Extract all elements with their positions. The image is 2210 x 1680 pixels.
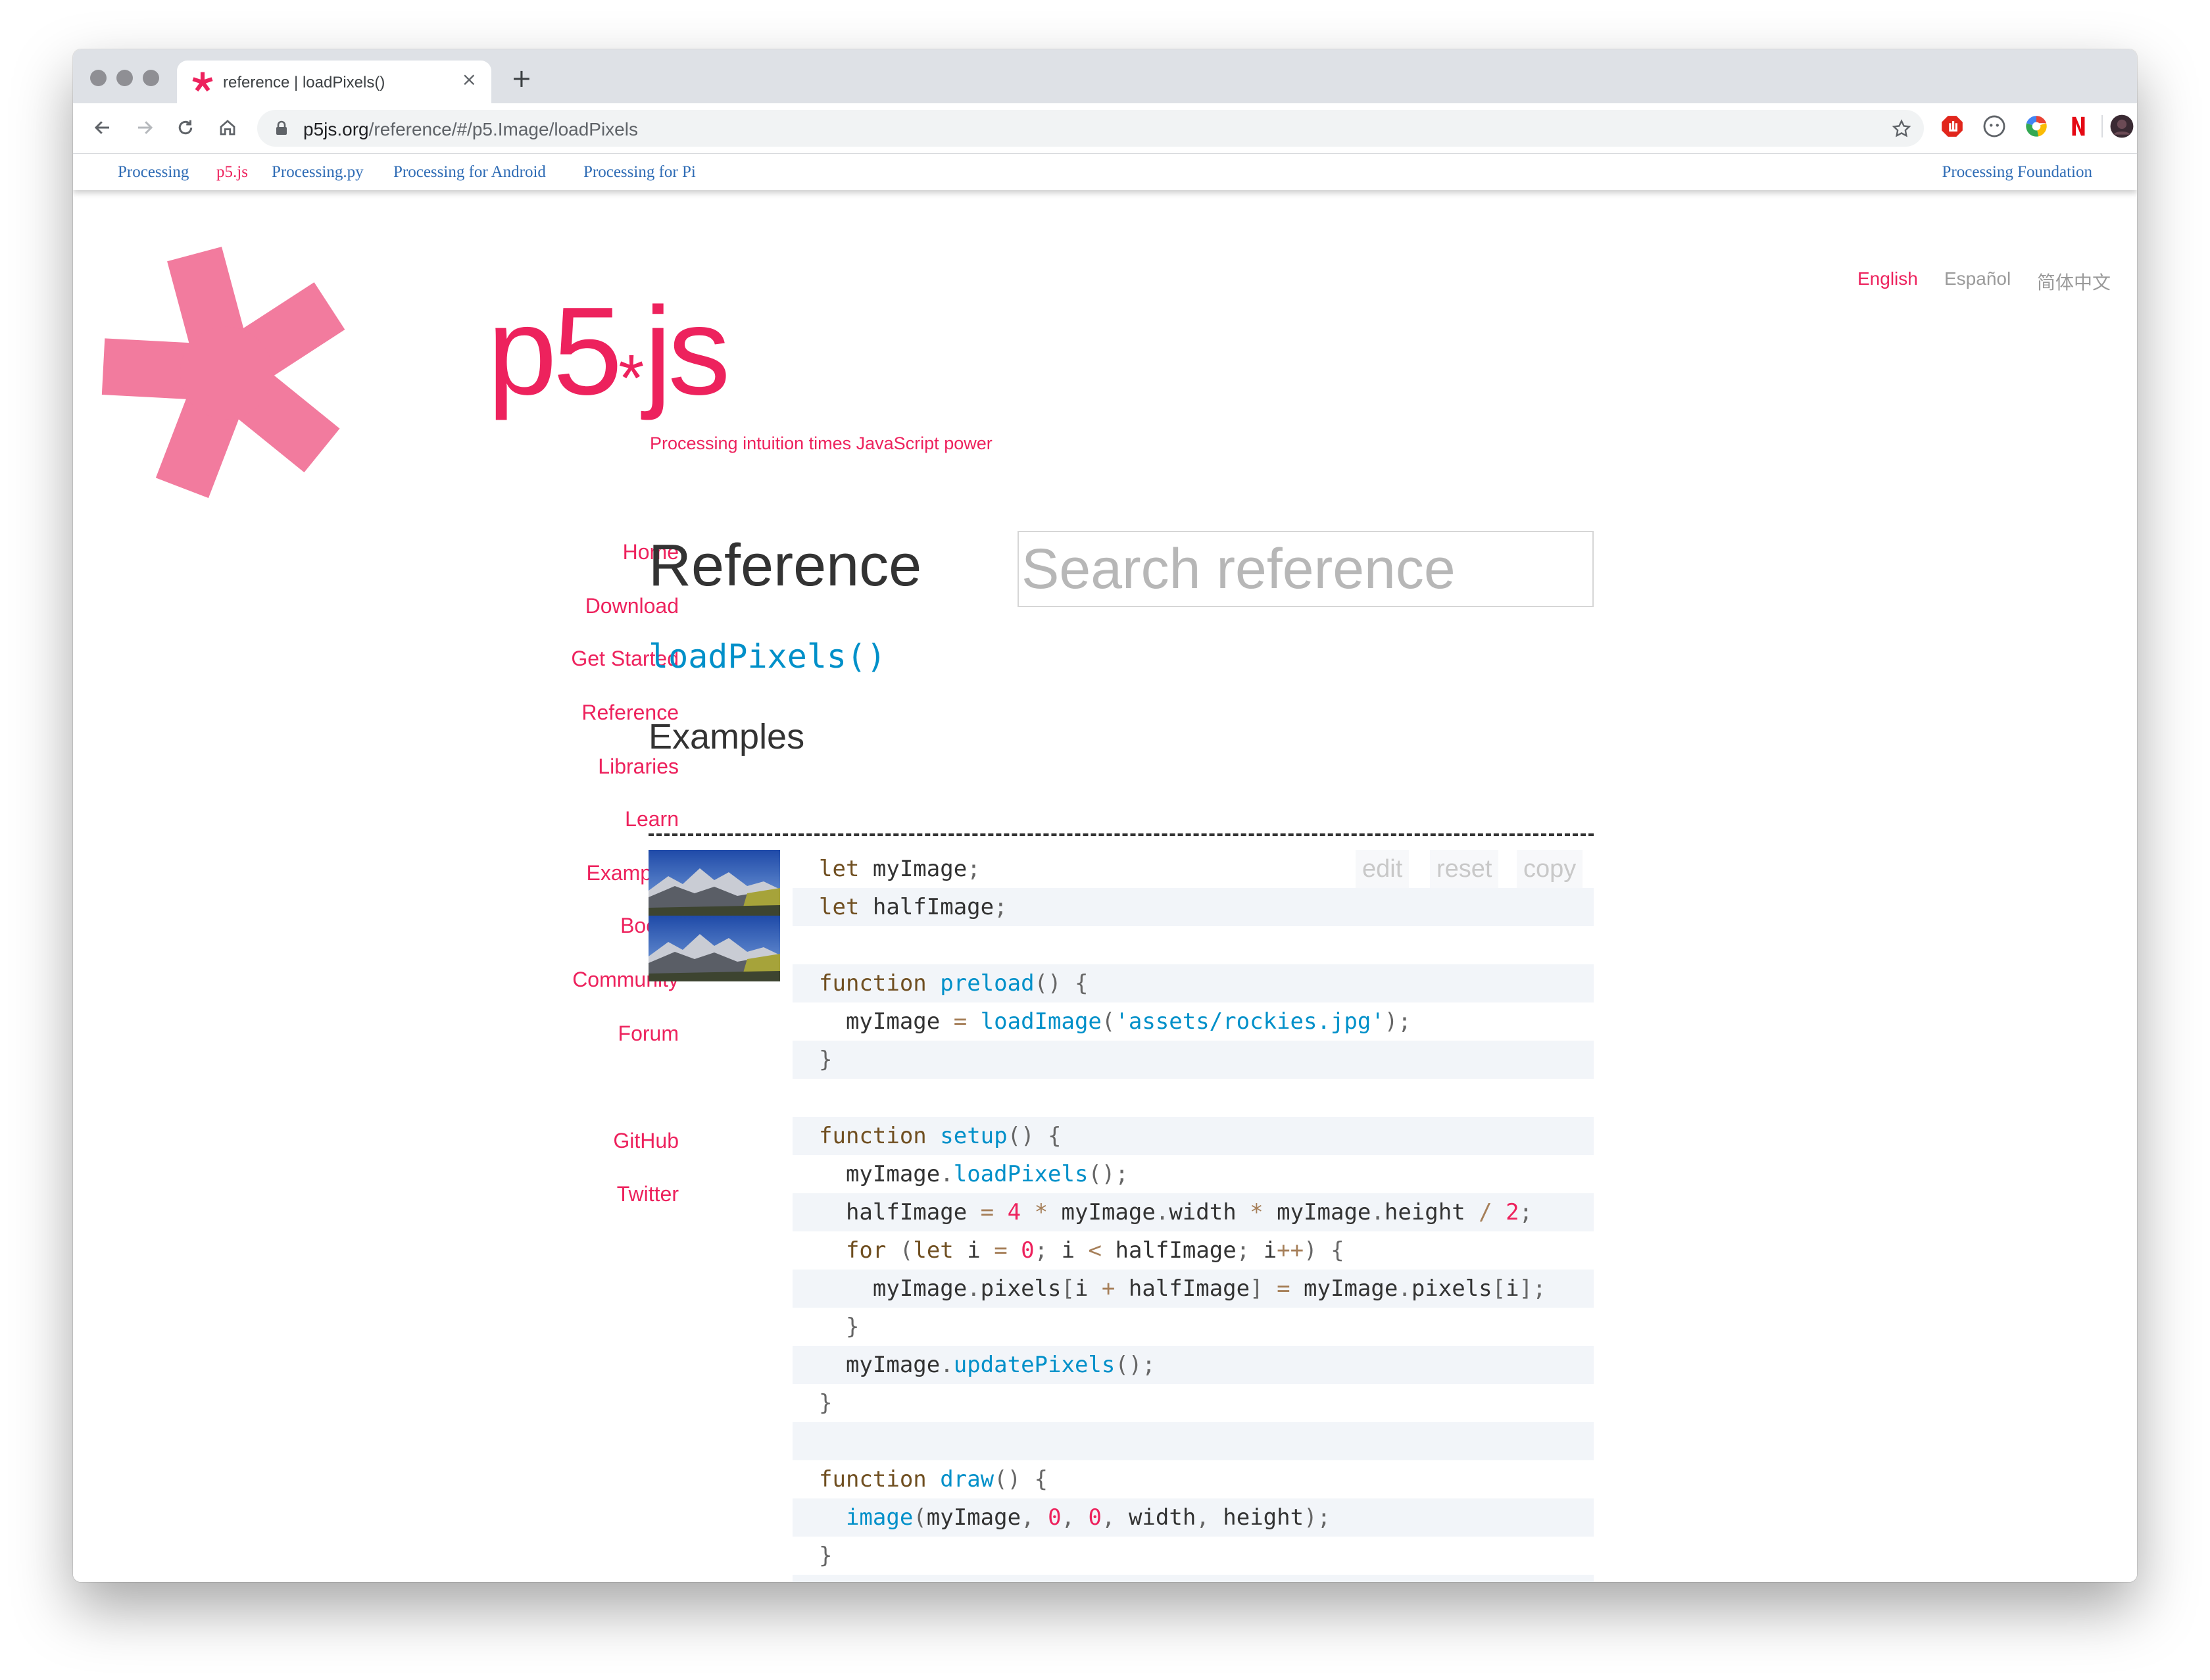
back-icon[interactable] (87, 112, 118, 143)
reload-icon[interactable] (170, 112, 201, 143)
code-example[interactable]: let myImage; let halfImage; function pre… (793, 850, 1594, 1582)
code-line: for (let i = 0; i < halfImage; i++) { (845, 1237, 1344, 1264)
code-line: myImage.pixels[i + halfImage] = myImage.… (793, 1270, 1594, 1308)
lang-chinese[interactable]: 简体中文 (2037, 268, 2111, 295)
netflix-extension-icon[interactable] (2066, 114, 2091, 139)
adblock-extension-icon[interactable] (1940, 114, 1965, 139)
maximize-window-icon[interactable] (143, 70, 159, 86)
logo-p5: p5 (487, 282, 622, 421)
examples-divider (649, 833, 1594, 836)
tab-strip: reference | loadPixels() × + (73, 49, 2137, 103)
link-processing-android[interactable]: Processing for Android (393, 163, 546, 182)
code-line (793, 1422, 1594, 1460)
code-line: } (819, 1390, 833, 1416)
code-line: } (845, 1314, 860, 1340)
page-title: Reference (649, 533, 922, 599)
example-output-thumbnail (649, 850, 780, 981)
forward-icon[interactable] (130, 112, 160, 143)
bookmark-star-icon[interactable] (1891, 118, 1912, 139)
tagline: Processing intuition times JavaScript po… (650, 433, 993, 453)
tab-close-icon[interactable]: × (462, 68, 477, 90)
home-icon[interactable] (212, 112, 243, 143)
profile-avatar-icon[interactable] (2109, 114, 2134, 139)
close-window-icon[interactable] (90, 70, 107, 86)
browser-window: reference | loadPixels() × + p5js.org/re… (73, 49, 2137, 1582)
code-line: } (793, 1041, 1594, 1079)
code-line: function draw() { (819, 1466, 1048, 1493)
reset-button[interactable]: reset (1430, 850, 1499, 888)
processing-family-bar: Processing p5.js Processing.py Processin… (73, 154, 2137, 190)
search-input[interactable] (1019, 532, 1592, 606)
lang-english[interactable]: English (1857, 268, 1918, 289)
address-bar[interactable]: p5js.org/reference/#/p5.Image/loadPixels (257, 110, 1924, 147)
code-line: halfImage = 4 * myImage.width * myImage.… (793, 1193, 1594, 1231)
lock-icon (276, 120, 287, 135)
link-processing-pi[interactable]: Processing for Pi (583, 163, 696, 182)
p5-asterisk-logo (101, 247, 345, 499)
sidebar-item-libraries[interactable]: Libraries (598, 754, 679, 779)
ghostery-extension-icon[interactable] (1982, 114, 2007, 139)
url-text: p5js.org/reference/#/p5.Image/loadPixels (303, 119, 638, 140)
lang-espanol[interactable]: Español (1944, 268, 2011, 289)
url-host: p5js.org (303, 119, 369, 139)
link-processing[interactable]: Processing (118, 163, 189, 182)
sidebar-item-forum[interactable]: Forum (618, 1022, 679, 1046)
new-tab-icon[interactable]: + (511, 66, 532, 91)
browser-toolbar: p5js.org/reference/#/p5.Image/loadPixels (73, 103, 2137, 154)
logo-asterisk: * (618, 341, 645, 415)
code-line: myImage.loadPixels(); (819, 1161, 1129, 1187)
code-line: function preload() { (793, 964, 1594, 1002)
link-processing-py[interactable]: Processing.py (272, 163, 364, 182)
code-line: function setup() { (793, 1117, 1594, 1155)
copy-button[interactable]: copy (1517, 850, 1583, 888)
code-line: } (819, 1543, 833, 1569)
tab-active[interactable]: reference | loadPixels() × (177, 61, 491, 103)
search-box (1018, 531, 1594, 607)
tab-title: reference | loadPixels() (223, 74, 385, 91)
link-processing-foundation[interactable]: Processing Foundation (1942, 163, 2092, 182)
link-p5js[interactable]: p5.js (216, 163, 248, 182)
sidebar-item-learn[interactable]: Learn (625, 807, 679, 831)
examples-heading: Examples (649, 717, 805, 756)
minimize-window-icon[interactable] (116, 70, 133, 86)
code-line (793, 1575, 1594, 1582)
page-content: English Español 简体中文 p5*js Processing in… (73, 190, 2137, 1582)
code-line: myImage.updatePixels(); (793, 1346, 1594, 1384)
toolbar-divider (2101, 115, 2103, 137)
p5js-logo[interactable]: p5*js (487, 289, 730, 415)
code-line: let halfImage; (793, 888, 1594, 926)
logo-js: js (644, 282, 730, 421)
p5-favicon-icon (192, 72, 213, 92)
url-path: /reference/#/p5.Image/loadPixels (368, 119, 638, 139)
sidebar-item-twitter[interactable]: Twitter (617, 1182, 679, 1206)
color-picker-extension-icon[interactable] (2024, 114, 2049, 139)
sidebar-item-github[interactable]: GitHub (613, 1129, 679, 1153)
edit-button[interactable]: edit (1356, 850, 1410, 888)
function-name: loadPixels() (649, 637, 887, 676)
code-line: image(myImage, 0, 0, width, height); (793, 1498, 1594, 1537)
code-line: myImage = loadImage('assets/rockies.jpg'… (819, 1008, 1412, 1035)
